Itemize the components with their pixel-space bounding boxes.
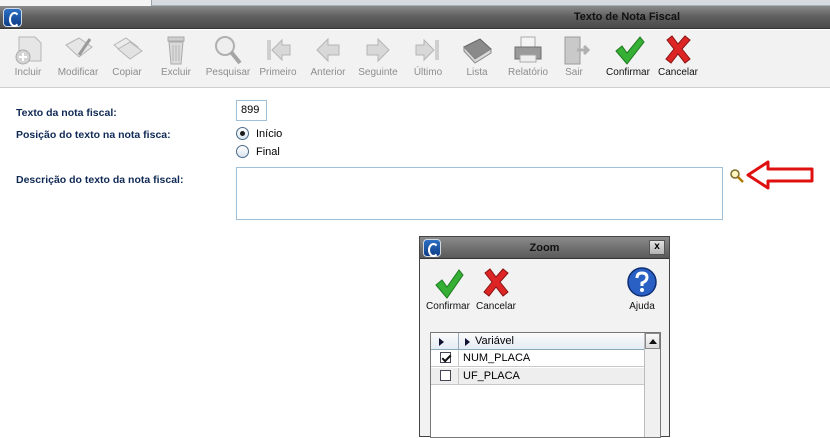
anterior-label: Anterior xyxy=(310,67,346,78)
row-pointer-icon xyxy=(439,338,444,346)
trash-icon xyxy=(167,36,185,65)
grid-column-header-variavel[interactable]: Variável xyxy=(475,335,514,347)
sair-button[interactable]: Sair xyxy=(548,33,600,78)
printer-icon xyxy=(514,36,542,63)
relatorio-label: Relatório xyxy=(507,67,549,78)
exit-door-icon xyxy=(564,36,591,65)
grid-header-row: Variável xyxy=(431,333,645,350)
ultimo-button[interactable]: Último xyxy=(402,33,454,78)
row-checkbox[interactable] xyxy=(440,370,451,381)
row-variavel-value: NUM_PLACA xyxy=(463,352,531,364)
lista-button[interactable]: Lista xyxy=(451,33,503,78)
add-document-icon xyxy=(15,36,42,65)
confirmar-label: Confirmar xyxy=(606,67,650,78)
zoom-cancelar-label: Cancelar xyxy=(475,301,517,312)
modificar-label: Modificar xyxy=(57,67,99,78)
zoom-title: Zoom xyxy=(529,242,560,254)
incluir-label: Incluir xyxy=(14,67,42,78)
pesquisar-label: Pesquisar xyxy=(205,67,251,78)
texto-nota-label: Texto da nota fiscal: xyxy=(16,107,117,119)
row-variavel-value: UF_PLACA xyxy=(463,370,520,382)
magnifier-icon xyxy=(215,36,242,65)
green-check-icon xyxy=(615,36,645,65)
zoom-titlebar: Zoom x xyxy=(420,237,669,259)
zoom-confirmar-button[interactable]: Confirmar xyxy=(424,265,472,312)
descricao-texto-label: Descrição do texto da nota fiscal: xyxy=(16,174,184,186)
grid-vertical-scrollbar[interactable] xyxy=(644,333,660,437)
help-question-icon xyxy=(627,267,657,297)
copy-documents-icon xyxy=(113,37,143,60)
posicao-texto-label: Posição do texto na nota fisca: xyxy=(16,129,171,141)
last-record-icon xyxy=(415,38,439,62)
main-toolbar: Incluir Modificar Copiar Excluir Pesquis… xyxy=(0,30,830,88)
zoom-ajuda-label: Ajuda xyxy=(629,301,655,312)
copiar-label: Copiar xyxy=(112,67,142,78)
green-check-icon xyxy=(435,269,464,299)
grid-header-selector[interactable] xyxy=(431,333,459,350)
primeiro-label: Primeiro xyxy=(259,67,297,78)
sair-label: Sair xyxy=(565,67,583,78)
ultimo-label: Último xyxy=(413,67,443,78)
seguinte-button[interactable]: Seguinte xyxy=(352,33,404,78)
primeiro-button[interactable]: Primeiro xyxy=(252,33,304,78)
lista-label: Lista xyxy=(466,67,488,78)
excluir-label: Excluir xyxy=(160,67,191,78)
descricao-texto-input[interactable] xyxy=(236,167,723,220)
window-title: Texto de Nota Fiscal xyxy=(573,11,680,23)
posicao-final-label: Final xyxy=(256,146,280,158)
confirmar-button[interactable]: Confirmar xyxy=(602,33,654,78)
cancelar-label: Cancelar xyxy=(657,67,699,78)
zoom-confirmar-label: Confirmar xyxy=(426,301,470,312)
annotation-arrow-icon xyxy=(746,160,814,190)
table-row[interactable]: UF_PLACA xyxy=(431,368,645,385)
previous-record-icon xyxy=(316,37,340,63)
sort-arrow-icon xyxy=(465,338,470,346)
texto-nota-input[interactable]: 899 xyxy=(236,100,267,121)
anterior-button[interactable]: Anterior xyxy=(302,33,354,78)
row-selector[interactable] xyxy=(431,350,459,367)
book-list-icon xyxy=(463,38,492,64)
posicao-inicio-radio[interactable] xyxy=(236,127,249,140)
app-logo-icon xyxy=(3,8,22,27)
zoom-ajuda-button[interactable]: Ajuda xyxy=(618,265,666,312)
next-record-icon xyxy=(366,37,390,63)
zoom-cancelar-button[interactable]: Cancelar xyxy=(472,265,520,312)
posicao-final-radio[interactable] xyxy=(236,145,249,158)
zoom-close-button[interactable]: x xyxy=(649,240,665,255)
row-selector[interactable] xyxy=(431,368,459,385)
zoom-search-icon[interactable] xyxy=(729,168,745,184)
table-row[interactable]: NUM_PLACA xyxy=(431,350,645,367)
incluir-button[interactable]: Incluir xyxy=(2,33,54,78)
red-x-icon xyxy=(483,268,509,297)
zoom-dialog: Zoom x Confirmar Cancelar Ajuda Variável… xyxy=(419,236,670,438)
first-record-icon xyxy=(267,38,291,62)
modificar-button[interactable]: Modificar xyxy=(52,33,104,78)
seguinte-label: Seguinte xyxy=(358,67,398,78)
red-x-icon xyxy=(665,35,691,64)
scroll-up-arrow-icon[interactable] xyxy=(645,333,660,349)
excluir-button[interactable]: Excluir xyxy=(150,33,202,78)
cancelar-button[interactable]: Cancelar xyxy=(652,33,704,78)
posicao-inicio-label: Início xyxy=(256,128,283,140)
copiar-button[interactable]: Copiar xyxy=(101,33,153,78)
pesquisar-button[interactable]: Pesquisar xyxy=(202,33,254,78)
row-checkbox[interactable] xyxy=(440,352,451,363)
window-titlebar: Texto de Nota Fiscal xyxy=(0,6,830,29)
edit-document-icon xyxy=(65,37,93,58)
variaveis-grid: Variável NUM_PLACA UF_PLACA xyxy=(430,332,661,438)
relatorio-button[interactable]: Relatório xyxy=(502,33,554,78)
